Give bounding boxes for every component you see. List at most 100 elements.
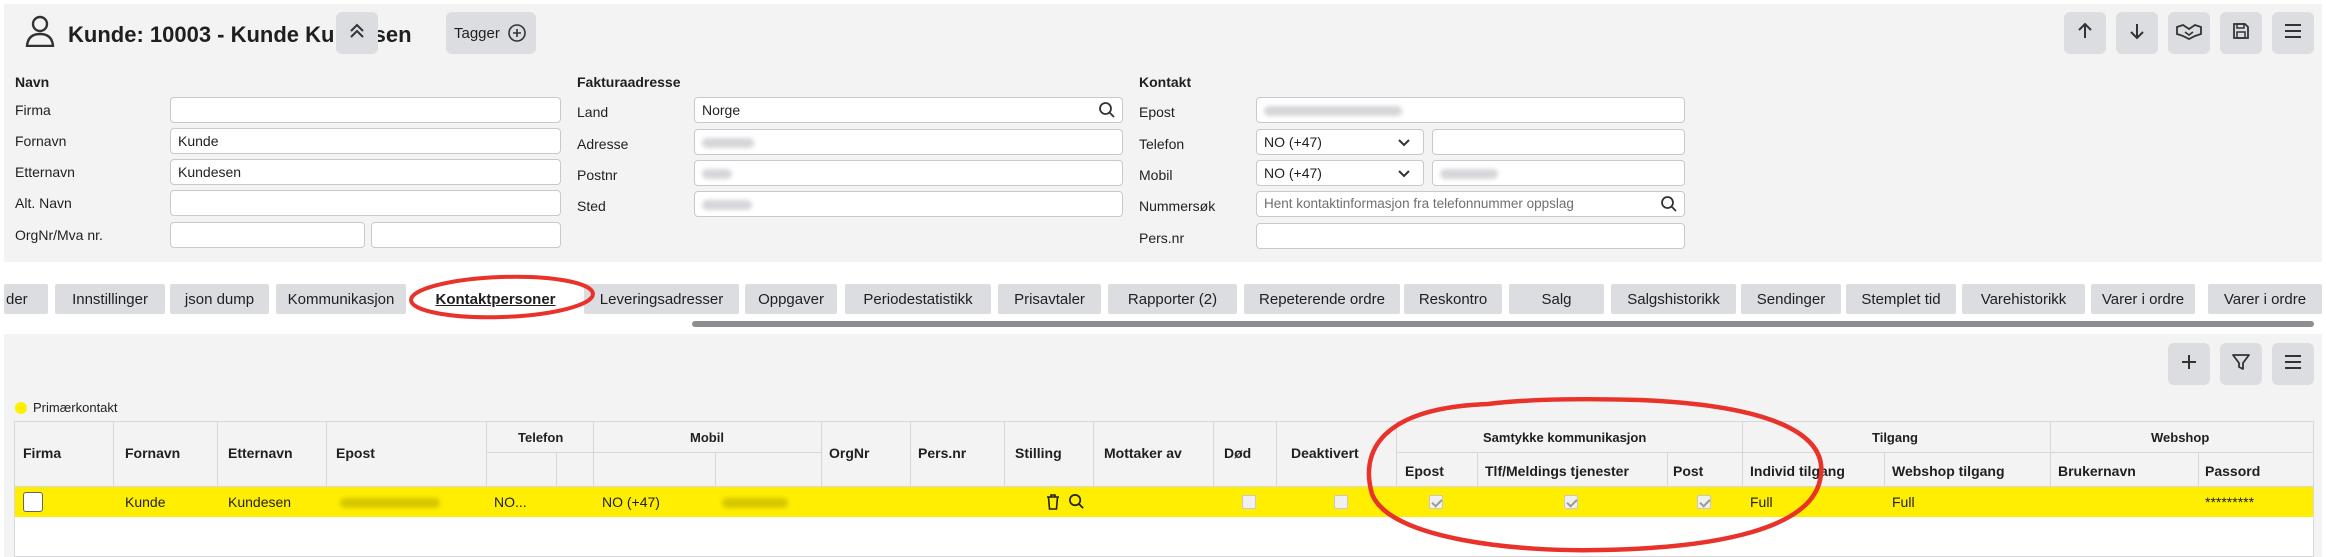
filter-icon (2231, 352, 2251, 377)
tab-oppgaver[interactable]: Oppgaver (745, 284, 837, 314)
persnr-input[interactable] (1256, 223, 1685, 249)
telefon-number-input[interactable] (1432, 129, 1685, 155)
tags-label: Tagger (454, 24, 500, 42)
telefon-group-header: Telefon (518, 430, 564, 445)
save-icon (2231, 21, 2251, 46)
plus-circle-icon (507, 23, 527, 43)
nummersok-placeholder: Hent kontaktinformasjon fra telefonnumme… (1264, 196, 1574, 211)
search-icon[interactable] (1098, 101, 1116, 122)
adresse-input[interactable] (694, 129, 1123, 155)
col-mottaker[interactable]: Mottaker av (1104, 445, 1182, 461)
menu-button[interactable] (2272, 12, 2314, 54)
search-icon[interactable] (1660, 195, 1678, 216)
firma-label: Firma (15, 102, 51, 118)
tab-innstillinger[interactable]: Innstillinger (55, 284, 165, 314)
tab-bestillinger[interactable]: der (4, 284, 48, 314)
tab-sendinger[interactable]: Sendinger (1741, 284, 1841, 314)
person-icon (25, 15, 55, 52)
telefon-country-select[interactable]: NO (+47) (1256, 129, 1424, 155)
row-select-checkbox[interactable] (23, 492, 43, 512)
mvanr-input[interactable] (371, 222, 561, 248)
previous-record-button[interactable] (2064, 12, 2106, 54)
col-samtykke-tlf[interactable]: Tlf/Meldings tjenester (1485, 463, 1629, 479)
next-record-button[interactable] (2116, 12, 2158, 54)
firma-input[interactable] (170, 97, 561, 123)
deaktivert-checkbox[interactable] (1334, 495, 1348, 509)
add-contact-button[interactable] (2168, 343, 2210, 385)
orgnr-input[interactable] (170, 222, 365, 248)
handshake-button[interactable] (2168, 12, 2210, 54)
mobil-group-header: Mobil (690, 430, 724, 445)
tab-rapporter[interactable]: Rapporter (2) (1108, 284, 1237, 314)
fornavn-label: Fornavn (15, 133, 67, 149)
col-individ-tilgang[interactable]: Individ tilgang (1750, 463, 1845, 479)
col-persnr[interactable]: Pers.nr (918, 445, 966, 461)
land-input[interactable]: Norge (694, 97, 1123, 123)
row-individ-tilgang: Full (1750, 494, 1773, 510)
col-epost[interactable]: Epost (336, 445, 375, 461)
arrow-down-icon (2127, 21, 2147, 46)
col-dod[interactable]: Død (1224, 445, 1251, 461)
col-orgnr[interactable]: OrgNr (829, 445, 869, 461)
sted-input[interactable] (694, 191, 1123, 217)
tags-button[interactable]: Tagger (446, 12, 536, 54)
mobil-label: Mobil (1139, 167, 1173, 183)
col-fornavn[interactable]: Fornavn (125, 445, 180, 461)
tab-repeterende-ordre[interactable]: Repeterende ordre (1244, 284, 1400, 314)
row-telefon: NO... (494, 494, 527, 510)
mobil-country-select[interactable]: NO (+47) (1256, 160, 1424, 186)
plus-icon (2179, 352, 2199, 377)
col-webshop-tilgang[interactable]: Webshop tilgang (1892, 463, 2005, 479)
tab-prisavtaler[interactable]: Prisavtaler (998, 284, 1101, 314)
tab-varer-i-ordre[interactable]: Varer i ordre (2091, 284, 2195, 314)
col-passord[interactable]: Passord (2205, 463, 2260, 479)
col-firma[interactable]: Firma (23, 445, 61, 461)
col-samtykke-post[interactable]: Post (1673, 463, 1703, 479)
tab-salgshistorikk[interactable]: Salgshistorikk (1611, 284, 1736, 314)
hamburger-icon (2283, 21, 2303, 46)
tab-reskontro[interactable]: Reskontro (1404, 284, 1502, 314)
row-mobil-number (722, 494, 788, 510)
tabs-scrollbar-thumb[interactable] (692, 321, 2314, 327)
chevrons-up-icon (347, 21, 367, 46)
col-samtykke-epost[interactable]: Epost (1405, 463, 1444, 479)
samtykke-epost-checkbox[interactable] (1429, 495, 1443, 509)
tab-kommunikasjon[interactable]: Kommunikasjon (276, 284, 406, 314)
arrow-up-icon (2075, 21, 2095, 46)
samtykke-post-checkbox[interactable] (1697, 495, 1711, 509)
tab-varer-i-ordre-2[interactable]: Varer i ordre (2208, 284, 2322, 314)
search-icon[interactable] (1068, 493, 1085, 515)
filter-button[interactable] (2220, 343, 2262, 385)
tab-stemplet-tid[interactable]: Stemplet tid (1846, 284, 1956, 314)
epost-input[interactable] (1256, 97, 1685, 123)
tab-leveringsadresser[interactable]: Leveringsadresser (584, 284, 739, 314)
tab-periodestatistikk[interactable]: Periodestatistikk (845, 284, 991, 314)
col-stilling[interactable]: Stilling (1015, 445, 1062, 461)
altnavn-input[interactable] (170, 190, 561, 216)
handshake-icon (2175, 21, 2203, 46)
nummersok-input[interactable]: Hent kontaktinformasjon fra telefonnumme… (1256, 191, 1685, 217)
col-deaktivert[interactable]: Deaktivert (1291, 445, 1359, 461)
altnavn-label: Alt. Navn (15, 195, 72, 211)
fornavn-input[interactable]: Kunde (170, 128, 561, 154)
dod-checkbox[interactable] (1242, 495, 1256, 509)
mobil-number-input[interactable] (1432, 160, 1685, 186)
col-etternavn[interactable]: Etternavn (228, 445, 293, 461)
grid-menu-button[interactable] (2272, 343, 2314, 385)
delete-icon[interactable] (1045, 493, 1061, 516)
tab-kontaktpersoner[interactable]: Kontaktpersoner (414, 284, 577, 314)
etternavn-label: Etternavn (15, 164, 75, 180)
tab-salg[interactable]: Salg (1509, 284, 1604, 314)
chevron-down-icon (1397, 166, 1411, 183)
epost-label: Epost (1139, 104, 1175, 120)
save-button[interactable] (2220, 12, 2262, 54)
row-etternavn: Kundesen (228, 494, 292, 510)
tab-varehistorikk[interactable]: Varehistorikk (1962, 284, 2085, 314)
col-brukernavn[interactable]: Brukernavn (2058, 463, 2136, 479)
postnr-label: Postnr (577, 167, 618, 183)
postnr-input[interactable] (694, 160, 1123, 186)
samtykke-tlf-checkbox[interactable] (1564, 495, 1578, 509)
tab-json-dump[interactable]: json dump (170, 284, 269, 314)
collapse-button[interactable] (336, 12, 378, 54)
etternavn-input[interactable]: Kundesen (170, 159, 561, 185)
